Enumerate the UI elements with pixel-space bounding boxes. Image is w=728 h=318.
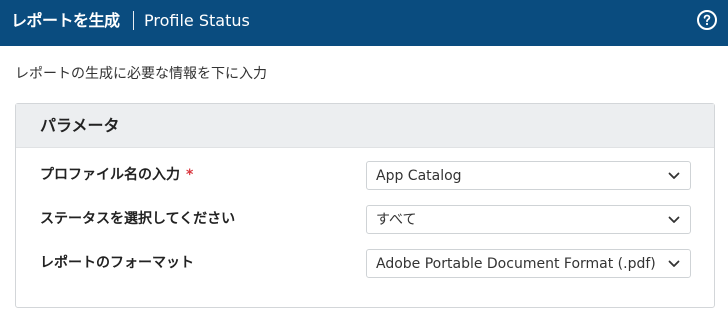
status-select[interactable]: すべて xyxy=(366,205,691,234)
chevron-down-icon xyxy=(668,260,680,267)
report-format-select[interactable]: Adobe Portable Document Format (.pdf) xyxy=(366,249,691,278)
status-value: すべて xyxy=(376,212,417,228)
help-circle-icon xyxy=(703,14,711,26)
help-button[interactable] xyxy=(697,10,717,30)
report-format-label-text: レポートのフォーマット xyxy=(40,255,194,271)
panel-header: パラメータ xyxy=(16,104,714,148)
profile-name-value: App Catalog xyxy=(376,168,462,184)
required-mark: * xyxy=(186,167,194,183)
header-subtitle: Profile Status xyxy=(144,11,250,30)
profile-name-label: プロファイル名の入力 * xyxy=(40,166,193,184)
page-description: レポートの生成に必要な情報を下に入力 xyxy=(15,66,267,82)
chevron-down-icon xyxy=(668,172,680,179)
header-title: レポートを生成 xyxy=(11,11,120,30)
parameters-panel: パラメータ プロファイル名の入力 * App Catalog ステータスを選択して… xyxy=(15,103,715,308)
profile-name-select[interactable]: App Catalog xyxy=(366,161,691,190)
report-format-label: レポートのフォーマット xyxy=(40,254,194,272)
header-divider xyxy=(133,11,134,30)
app-header: レポートを生成 Profile Status xyxy=(0,0,728,46)
report-format-value: Adobe Portable Document Format (.pdf) xyxy=(376,256,656,272)
status-label-text: ステータスを選択してください xyxy=(40,211,236,227)
chevron-down-icon xyxy=(668,216,680,223)
profile-name-label-text: プロファイル名の入力 xyxy=(40,167,180,183)
panel-title: パラメータ xyxy=(40,116,120,135)
status-label: ステータスを選択してください xyxy=(40,210,235,228)
